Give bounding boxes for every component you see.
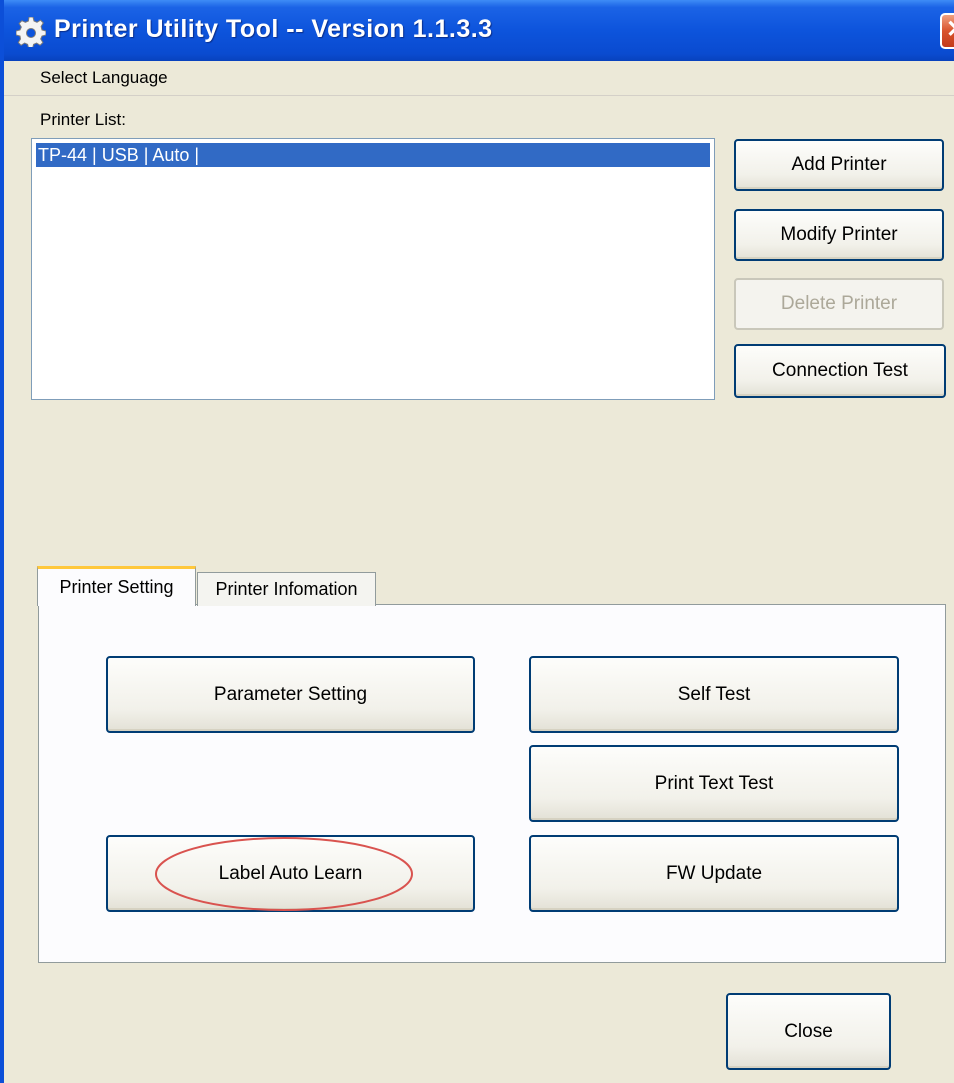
printer-list-item[interactable]: TP-44 | USB | Auto | [36, 143, 710, 167]
delete-printer-button[interactable]: Delete Printer [734, 278, 944, 330]
menu-bar: Select Language [4, 61, 954, 96]
window-close-button[interactable]: ✕ [940, 13, 954, 49]
printer-list-label: Printer List: [40, 110, 126, 129]
add-printer-button[interactable]: Add Printer [734, 139, 944, 191]
connection-test-button[interactable]: Connection Test [734, 344, 946, 398]
client-area: Printer List: TP-44 | USB | Auto | Add P… [4, 96, 954, 1083]
tab-printer-information[interactable]: Printer Infomation [197, 572, 376, 606]
modify-printer-button[interactable]: Modify Printer [734, 209, 944, 261]
close-button[interactable]: Close [726, 993, 891, 1070]
parameter-setting-button[interactable]: Parameter Setting [106, 656, 475, 733]
app-window: Printer Utility Tool -- Version 1.1.3.3 … [0, 0, 954, 1083]
tab-printer-setting[interactable]: Printer Setting [37, 566, 196, 606]
gear-icon [16, 17, 46, 47]
window-title: Printer Utility Tool -- Version 1.1.3.3 [54, 15, 493, 43]
title-bar[interactable]: Printer Utility Tool -- Version 1.1.3.3 … [4, 0, 954, 61]
printer-list[interactable]: TP-44 | USB | Auto | [31, 138, 715, 400]
label-auto-learn-button[interactable]: Label Auto Learn [106, 835, 475, 912]
self-test-button[interactable]: Self Test [529, 656, 899, 733]
menu-item-select-language[interactable]: Select Language [40, 68, 168, 88]
printer-setting-panel: Parameter Setting Self Test Print Text T… [38, 604, 946, 963]
print-text-test-button[interactable]: Print Text Test [529, 745, 899, 822]
fw-update-button[interactable]: FW Update [529, 835, 899, 912]
